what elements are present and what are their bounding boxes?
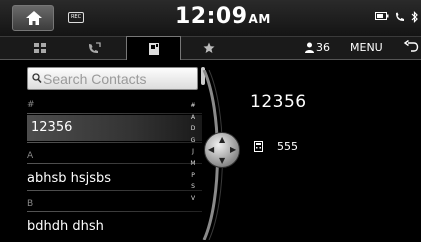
- up-arrow-icon: ▲: [219, 135, 226, 144]
- contacts-book-icon: [148, 42, 159, 55]
- index-letter-v[interactable]: V: [186, 193, 200, 205]
- index-letter-p[interactable]: P: [186, 170, 200, 182]
- contact-item-12356[interactable]: 12356: [27, 115, 202, 141]
- search-input[interactable]: [43, 69, 193, 88]
- clock-ampm: AM: [248, 12, 271, 26]
- person-icon: [305, 42, 314, 53]
- tab-dial-pad[interactable]: [16, 37, 64, 59]
- recording-badge: REC: [68, 12, 84, 23]
- back-icon[interactable]: [403, 40, 419, 54]
- contact-count: 36: [316, 41, 330, 54]
- bluetooth-icon: [411, 11, 418, 23]
- group-header-hash: #: [27, 100, 35, 110]
- clock: 12:09AM: [175, 4, 271, 29]
- divider: [27, 113, 202, 114]
- divider: [27, 190, 202, 191]
- jog-dial[interactable]: ▲ ▼ ◀ ▶: [204, 132, 240, 168]
- contact-phone-number[interactable]: 555: [277, 140, 298, 153]
- recent-calls-icon: [89, 42, 101, 53]
- down-arrow-icon: ▼: [219, 156, 226, 165]
- status-bar: REC 12:09AM: [0, 0, 421, 37]
- index-letter-g[interactable]: G: [186, 135, 200, 147]
- contact-item-abhsb[interactable]: abhsb hsjsbs: [27, 171, 202, 186]
- index-letter-s[interactable]: S: [186, 181, 200, 193]
- index-letter-m[interactable]: M: [186, 158, 200, 170]
- tab-bar: 36 MENU: [0, 36, 421, 60]
- contact-phone-row[interactable]: 555: [254, 140, 298, 153]
- divider: [27, 163, 202, 164]
- clock-time: 12:09: [175, 4, 248, 29]
- search-box[interactable]: [27, 67, 198, 90]
- index-letter-j[interactable]: J: [186, 146, 200, 158]
- menu-button[interactable]: MENU: [350, 41, 383, 54]
- office-phone-icon: [254, 141, 263, 152]
- left-arrow-icon: ◀: [208, 145, 215, 154]
- index-letter-a[interactable]: A: [186, 112, 200, 124]
- tab-contacts[interactable]: [126, 36, 181, 60]
- tab-recent-calls[interactable]: [69, 37, 119, 59]
- tab-favorites[interactable]: [184, 37, 234, 59]
- battery-icon: [375, 12, 389, 20]
- divider: [27, 142, 202, 143]
- divider: [27, 211, 202, 212]
- index-letter-d[interactable]: D: [186, 123, 200, 135]
- home-button[interactable]: [12, 5, 54, 31]
- contact-item-bdhdh[interactable]: bdhdh dhsh: [27, 219, 202, 234]
- group-header-b: B: [27, 199, 34, 209]
- contact-detail-name: 12356: [250, 92, 307, 112]
- dial-pad-icon: [34, 43, 46, 53]
- index-letter-hash[interactable]: #: [186, 100, 200, 112]
- home-icon: [26, 11, 42, 25]
- group-header-a: A: [27, 151, 34, 161]
- phone-connected-icon: [396, 12, 404, 21]
- right-arrow-icon: ▶: [230, 145, 237, 154]
- star-icon: [203, 42, 215, 53]
- alphabet-index[interactable]: # A D G J M P S V: [186, 100, 200, 204]
- search-icon: [32, 73, 42, 84]
